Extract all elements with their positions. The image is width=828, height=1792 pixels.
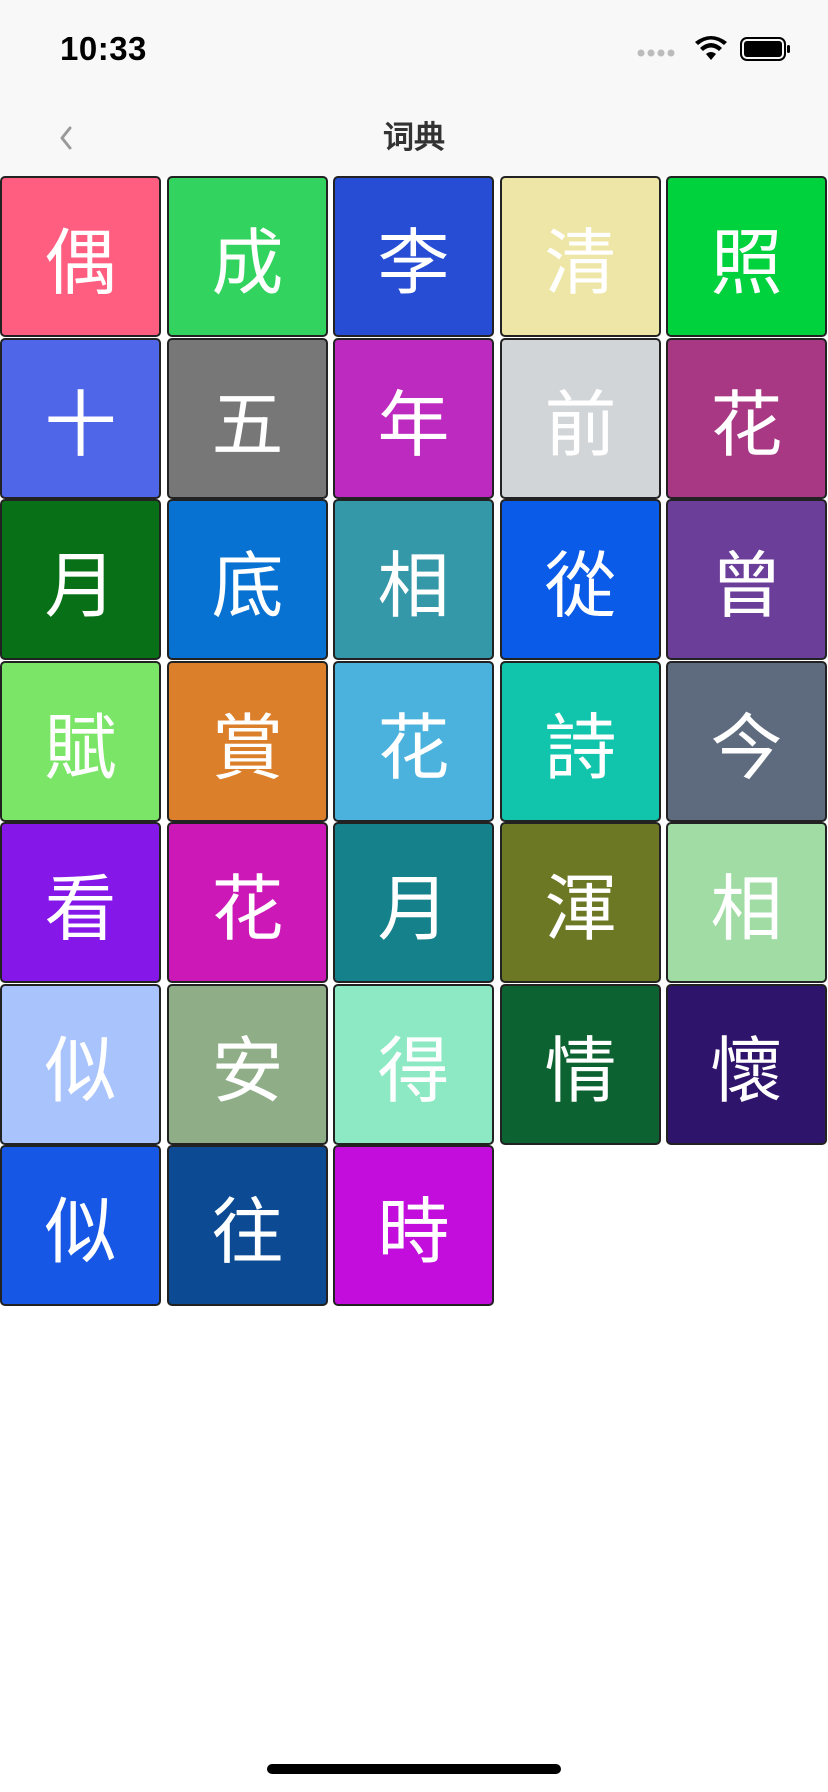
character-tile[interactable]: 似 — [0, 984, 161, 1145]
character-tile[interactable]: 花 — [666, 338, 827, 499]
character-tile[interactable]: 相 — [666, 822, 827, 983]
character-tile[interactable]: 花 — [167, 822, 328, 983]
status-time: 10:33 — [60, 30, 147, 67]
character-tile[interactable]: 曾 — [666, 499, 827, 660]
character-tile[interactable]: 往 — [167, 1145, 328, 1306]
character-tile[interactable]: 底 — [167, 499, 328, 660]
character-tile[interactable]: 從 — [500, 499, 661, 660]
character-tile[interactable]: 今 — [666, 661, 827, 822]
status-bar: 10:33 — [0, 0, 828, 100]
character-tile[interactable]: 偶 — [0, 176, 161, 337]
character-tile[interactable]: 似 — [0, 1145, 161, 1306]
character-tile[interactable]: 情 — [500, 984, 661, 1145]
character-tile[interactable]: 照 — [666, 176, 827, 337]
character-tile[interactable]: 李 — [333, 176, 494, 337]
character-tile[interactable]: 月 — [333, 822, 494, 983]
character-tile[interactable]: 十 — [0, 338, 161, 499]
character-tile[interactable]: 清 — [500, 176, 661, 337]
character-tile[interactable]: 前 — [500, 338, 661, 499]
home-indicator — [267, 1764, 561, 1774]
signal-icon — [637, 49, 675, 57]
character-tile[interactable]: 成 — [167, 176, 328, 337]
character-tile[interactable]: 安 — [167, 984, 328, 1145]
character-tile[interactable]: 懷 — [666, 984, 827, 1145]
character-tile[interactable]: 渾 — [500, 822, 661, 983]
navigation-bar: 词典 — [0, 100, 828, 178]
character-tile[interactable]: 詩 — [500, 661, 661, 822]
character-tile[interactable]: 月 — [0, 499, 161, 660]
character-tile[interactable]: 相 — [333, 499, 494, 660]
battery-icon — [740, 37, 790, 61]
character-tile[interactable]: 得 — [333, 984, 494, 1145]
character-tile[interactable]: 賦 — [0, 661, 161, 822]
character-tile[interactable]: 看 — [0, 822, 161, 983]
character-tile[interactable]: 賞 — [167, 661, 328, 822]
character-tile[interactable]: 花 — [333, 661, 494, 822]
nav-title: 词典 — [383, 120, 445, 156]
character-tile[interactable]: 時 — [333, 1145, 494, 1306]
wifi-icon — [695, 36, 727, 60]
character-tile[interactable]: 年 — [333, 338, 494, 499]
character-tile[interactable]: 五 — [167, 338, 328, 499]
